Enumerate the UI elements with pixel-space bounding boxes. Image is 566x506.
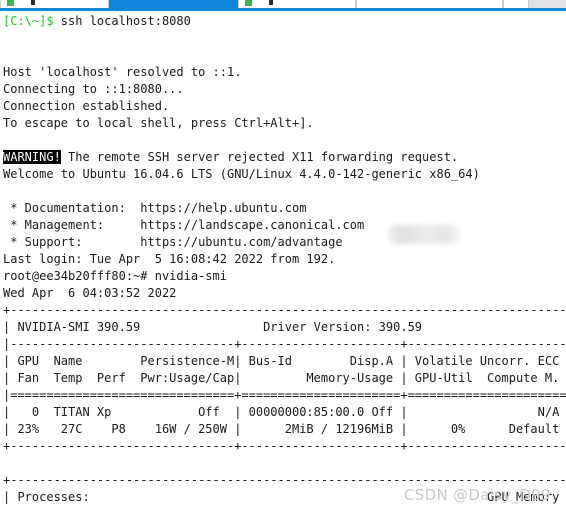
smi-gpu-row-1: | 0 TITAN Xp Off | 00000000:85:00.0 Off …: [3, 405, 566, 419]
motd-line: Welcome to Ubuntu 16.04.6 LTS (GNU/Linux…: [3, 167, 480, 181]
session-line: Connecting to ::1:8080...: [3, 82, 184, 96]
tab-favicon-icon: [7, 0, 14, 6]
smi-header-row-1: | GPU Name Persistence-M| Bus-Id Disp.A …: [3, 354, 566, 368]
smi-header-separator: |===============================+=======…: [3, 388, 566, 402]
shell-prompt-line: root@ee34b20fff80:~# nvidia-smi: [3, 269, 227, 283]
warning-message: The remote SSH server rejected X11 forwa…: [60, 150, 459, 164]
smi-version-line: | NVIDIA-SMI 390.59 Driver Version: 390.…: [3, 320, 566, 334]
last-login-line: Last login: Tue Apr 5 16:08:42 2022 from…: [3, 252, 336, 266]
smi-gpu-row-2: | 23% 27C P8 16W / 250W | 2MiB / 12196Mi…: [3, 422, 566, 436]
motd-support-line: * Support: https://ubuntu.com/advantage: [3, 235, 343, 249]
session-line: Connection established.: [3, 99, 170, 113]
smi-border-bottom: +-------------------------------+-------…: [3, 439, 566, 453]
date-line: Wed Apr 6 04:03:52 2022: [3, 286, 177, 300]
smi-header-row-2: | Fan Temp Perf Pwr:Usage/Cap| Memory-Us…: [3, 371, 566, 385]
tab-favicon-icon: [245, 0, 252, 6]
motd-management-line: * Management: https://landscape.canonica…: [3, 218, 365, 232]
warning-line: WARNING! The remote SSH server rejected …: [3, 149, 566, 166]
motd-documentation-line: * Documentation: https://help.ubuntu.com: [3, 201, 307, 215]
session-line: Host 'localhost' resolved to ::1.: [3, 65, 242, 79]
terminal-output-area[interactable]: [C:\~]$ ssh localhost:8080 Host 'localho…: [0, 11, 566, 506]
csdn-watermark: CSDN @Daisy_D99: [404, 486, 551, 504]
smi-divider: |-------------------------------+-------…: [3, 337, 566, 351]
ip-address-redaction-blur: [388, 225, 460, 244]
shell-prompt: [C:\~]$: [3, 14, 54, 28]
browser-tab-strip[interactable]: [0, 0, 566, 11]
tab-favicon-secondary-icon: [269, 0, 273, 5]
session-line: To escape to local shell, press Ctrl+Alt…: [3, 116, 314, 130]
shell-command: ssh localhost:8080: [53, 14, 191, 28]
prompt-line: [C:\~]$ ssh localhost:8080: [3, 13, 566, 30]
smi-border-top: +---------------------------------------…: [3, 303, 566, 317]
warning-badge: WARNING!: [3, 150, 61, 164]
tab-favicon-secondary-icon: [31, 0, 35, 5]
